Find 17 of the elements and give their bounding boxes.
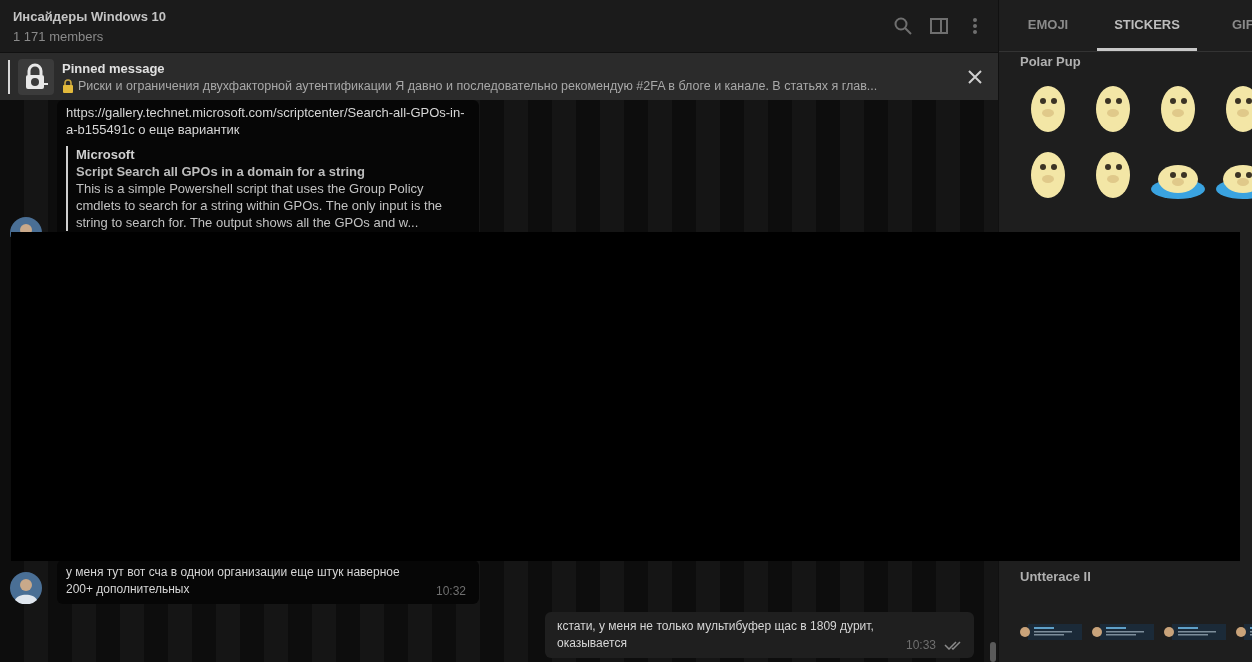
- message-text: у меня тут вот сча в однои организации еще штук наверное 200+ дополнительных: [66, 564, 401, 598]
- preview-site: Microsoft: [76, 146, 136, 163]
- preview-title: Script Search all GPOs in a domain for a string: [76, 163, 366, 180]
- chat-title: Инсайдеры Windows 10: [13, 8, 167, 24]
- message-text: https://gallery.technet.microsoft.com/scriptcenter/Search-all-GPOs-in-a-b155491c о еще вариантик: [66, 104, 466, 138]
- tab[interactable]: EMOJI: [999, 0, 1097, 51]
- preview-description: This is a simple Powershell script that uses the Group Policy cmdlets to search for a string within GPOs. The only input is the string to search for. The output shows all the GPOs and w...: [76, 180, 444, 231]
- tab[interactable]: STICKERS: [1097, 0, 1197, 51]
- sticker-set-title: Untterace II: [1020, 569, 1092, 584]
- message-time: 10:33: [905, 637, 936, 652]
- message-text: кстати, у меня не только мультибуфер щас в 1809 дурит, оказывается: [557, 618, 875, 652]
- pinned-text: Риски и ограничения двухфакторной аутентификации Я давно и последовательно рекомендую #2FA в блоге и канале. В статьях я глав...: [78, 78, 878, 93]
- message-time: 10:32: [435, 583, 466, 598]
- sticker-set-title: Polar Pup: [1020, 54, 1082, 69]
- pinned-message-bar[interactable]: Pinned message Риски и ограничения двухфакторной аутентификации Я давно и последовательно рекомендую #2FA в блоге и канале. В статьях я глав...: [0, 52, 998, 100]
- pinned-label: Pinned message: [62, 60, 166, 76]
- member-count: 1 171 members: [13, 28, 105, 44]
